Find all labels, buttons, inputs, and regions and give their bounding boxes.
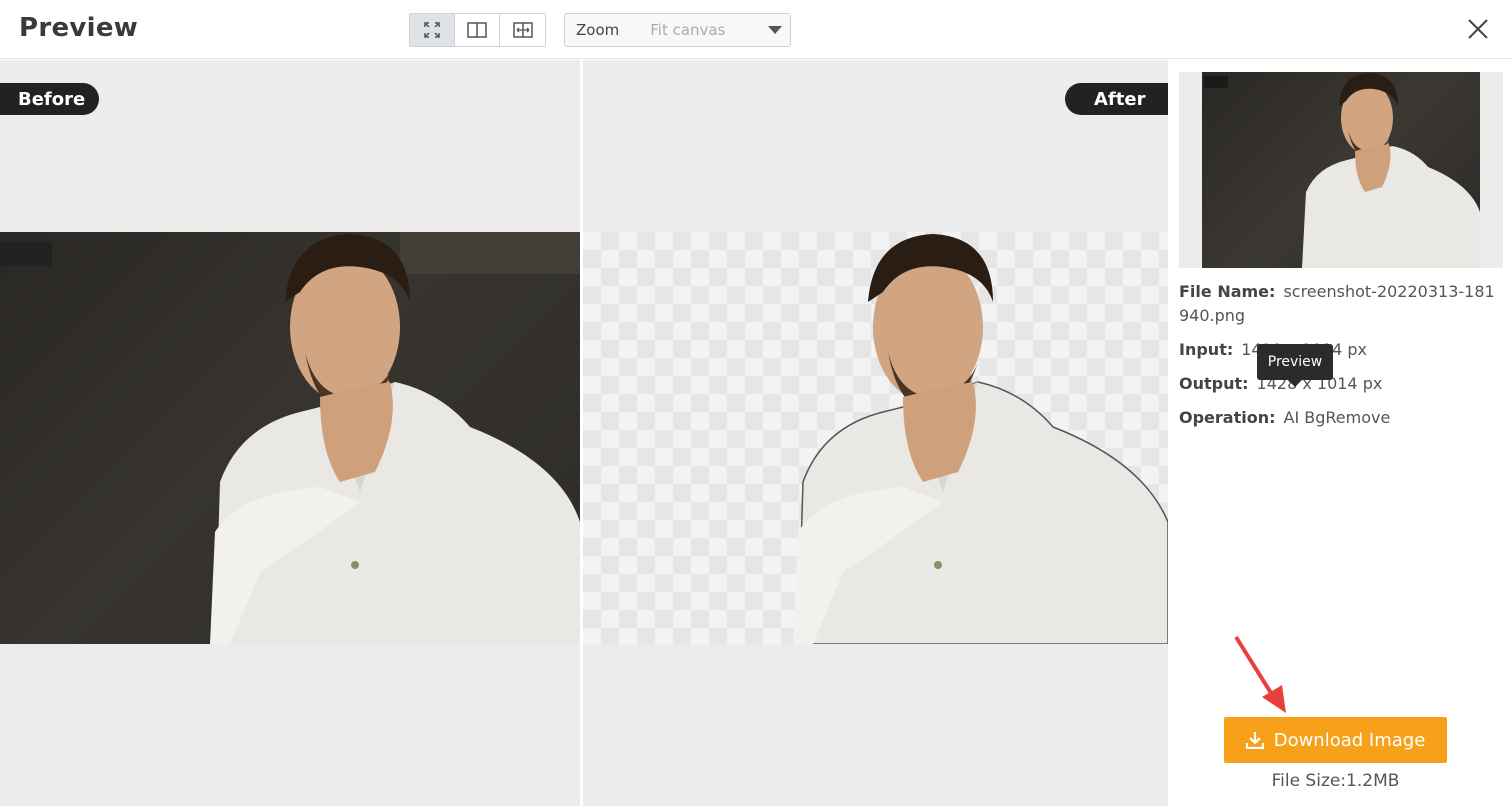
operation-row: Operation: AI BgRemove: [1179, 406, 1504, 430]
operation-value: AI BgRemove: [1283, 408, 1391, 427]
preview-tooltip: Preview: [1257, 344, 1333, 387]
page-title: Preview: [19, 13, 139, 43]
expand-icon: [424, 22, 440, 38]
zoom-label: Zoom: [576, 21, 620, 39]
compare-slider-icon: [512, 22, 533, 38]
view-mode-fullscreen-button[interactable]: [410, 14, 455, 46]
view-mode-split-button[interactable]: [455, 14, 500, 46]
annotation-arrow-icon: [1234, 635, 1286, 713]
zoom-value: Fit canvas: [650, 21, 726, 39]
before-badge: Before: [0, 83, 99, 115]
portrait-cutout-illustration: [793, 234, 1168, 644]
before-image: [0, 232, 580, 644]
output-label: Output:: [1179, 374, 1249, 393]
file-size: File Size:1.2MB: [1271, 771, 1400, 791]
file-details: File Name: screenshot-20220313-181940.png…: [1179, 280, 1504, 440]
close-icon[interactable]: [1465, 16, 1491, 42]
download-image-button[interactable]: Download Image: [1224, 717, 1447, 763]
after-image: [583, 232, 1168, 644]
file-name-label: File Name:: [1179, 282, 1276, 301]
view-mode-compare-button[interactable]: [500, 14, 545, 46]
result-thumbnail[interactable]: [1202, 72, 1480, 268]
thumbnail-illustration: [1204, 73, 1480, 268]
details-panel: File Name: screenshot-20220313-181940.png…: [1168, 60, 1512, 806]
header-bar: Preview Zoom Fit canvas: [0, 0, 1512, 59]
download-icon: [1245, 732, 1264, 749]
split-view-icon: [467, 22, 487, 38]
after-badge: After: [1065, 83, 1168, 115]
view-mode-toggle: [409, 13, 546, 47]
chevron-down-icon: [768, 26, 782, 34]
portrait-original-illustration: [0, 232, 580, 644]
download-label: Download Image: [1273, 729, 1426, 751]
input-label: Input:: [1179, 340, 1234, 359]
output-row: Output: 1428 x 1014 px: [1179, 372, 1504, 396]
zoom-select[interactable]: Zoom Fit canvas: [564, 13, 791, 47]
file-name-row: File Name: screenshot-20220313-181940.png: [1179, 280, 1504, 328]
after-pane: After: [583, 60, 1168, 806]
operation-label: Operation:: [1179, 408, 1276, 427]
input-row: Input:1428 x 1014 px: [1179, 338, 1504, 362]
before-pane: Before: [0, 60, 580, 806]
thumbnail-frame: [1179, 72, 1503, 268]
